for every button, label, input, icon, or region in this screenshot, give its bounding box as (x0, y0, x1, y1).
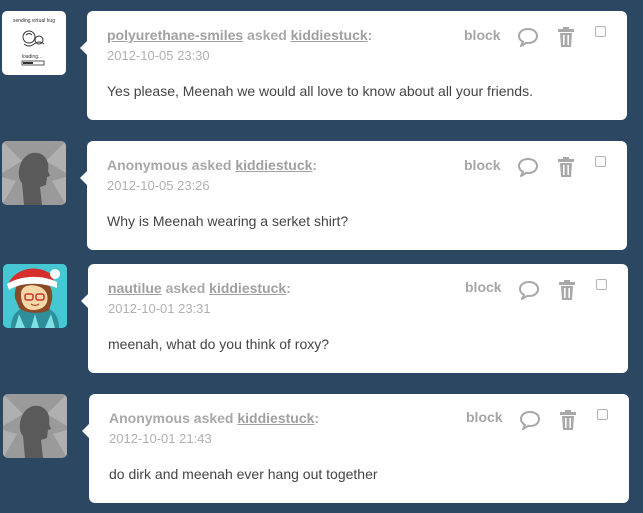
trash-icon[interactable] (557, 156, 575, 178)
ask-post-card: polyurethane-smiles asked kiddiestuck: 2… (80, 11, 627, 120)
post-date: 2012-10-01 23:31 (108, 301, 211, 316)
avatar[interactable]: sending virtual hug loading... (2, 11, 66, 75)
blog-link[interactable]: kiddiestuck (209, 280, 286, 296)
ask-post-card: Anonymous asked kiddiestuck: 2012-10-01 … (82, 394, 629, 503)
asker-name: Anonymous (107, 157, 188, 173)
reply-icon[interactable] (518, 280, 540, 300)
block-link[interactable]: block (466, 409, 503, 425)
trash-icon[interactable] (557, 26, 575, 48)
hug-drawing-icon: sending virtual hug loading... (13, 18, 55, 66)
asker-name: Anonymous (109, 410, 190, 426)
avatar[interactable] (2, 141, 66, 205)
reply-icon[interactable] (517, 27, 539, 47)
post-date: 2012-10-01 21:43 (109, 431, 212, 446)
question-text: do dirk and meenah ever hang out togethe… (109, 466, 378, 482)
trash-icon[interactable] (558, 279, 576, 301)
asker-link[interactable]: nautilue (108, 280, 162, 296)
asked-word: asked (165, 280, 206, 296)
asked-word: asked (191, 157, 232, 173)
blog-link[interactable]: kiddiestuck (235, 157, 312, 173)
trash-icon[interactable] (559, 409, 577, 431)
avatar[interactable] (3, 394, 67, 458)
ask-post-card: Anonymous asked kiddiestuck: 2012-10-05 … (80, 141, 627, 250)
post-header: polyurethane-smiles asked kiddiestuck: (107, 27, 372, 43)
ask-post-card: nautilue asked kiddiestuck: 2012-10-01 2… (81, 264, 628, 373)
post-header: Anonymous asked kiddiestuck: (109, 410, 319, 426)
header-colon: : (314, 410, 320, 426)
post-header: Anonymous asked kiddiestuck: (107, 157, 317, 173)
header-colon: : (312, 157, 318, 173)
reply-icon[interactable] (519, 410, 541, 430)
asked-word: asked (247, 27, 287, 43)
santa-hat-character-icon (3, 264, 67, 328)
header-colon: : (286, 280, 291, 296)
question-text: Yes please, Meenah we would all love to … (107, 83, 533, 99)
header-colon: : (367, 27, 373, 43)
select-checkbox[interactable] (596, 279, 607, 290)
question-text: Why is Meenah wearing a serket shirt? (107, 213, 349, 229)
avatar-caption: sending virtual hug (13, 18, 55, 24)
question-text: meenah, what do you think of roxy? (108, 336, 330, 352)
select-checkbox[interactable] (597, 409, 608, 420)
select-checkbox[interactable] (595, 156, 606, 167)
avatar-caption: loading... (22, 54, 42, 60)
post-date: 2012-10-05 23:26 (107, 178, 210, 193)
anonymous-silhouette-icon (3, 394, 67, 458)
blog-link[interactable]: kiddiestuck (291, 27, 368, 43)
asked-word: asked (193, 410, 234, 426)
block-link[interactable]: block (465, 279, 502, 295)
reply-icon[interactable] (517, 157, 539, 177)
post-header: nautilue asked kiddiestuck: (108, 280, 291, 296)
select-checkbox[interactable] (595, 26, 606, 37)
anonymous-silhouette-icon (2, 141, 66, 205)
post-date: 2012-10-05 23:30 (107, 48, 210, 63)
block-link[interactable]: block (464, 27, 501, 43)
avatar[interactable] (3, 264, 67, 328)
block-link[interactable]: block (464, 157, 501, 173)
asker-link[interactable]: polyurethane-smiles (107, 27, 243, 43)
blog-link[interactable]: kiddiestuck (237, 410, 314, 426)
